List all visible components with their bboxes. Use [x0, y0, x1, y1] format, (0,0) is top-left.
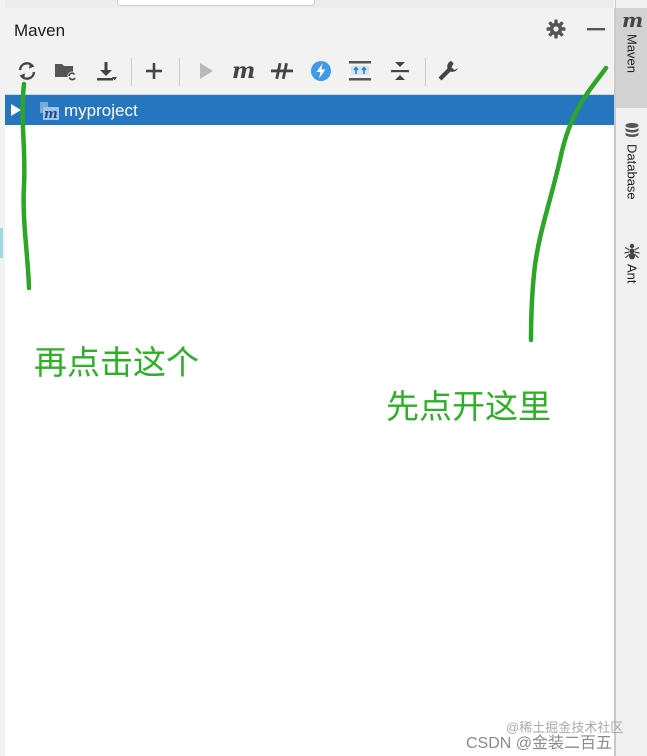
left-edge-accent	[0, 228, 3, 258]
sidebar-tab-label: Database	[624, 144, 640, 200]
minimize-icon[interactable]	[585, 18, 607, 40]
skip-tests-icon[interactable]	[308, 58, 334, 84]
sidebar-tab-maven[interactable]: m Maven	[616, 8, 647, 108]
reload-icon[interactable]	[14, 58, 40, 84]
generate-sources-icon[interactable]	[53, 58, 79, 84]
collapse-all-icon[interactable]	[387, 58, 413, 84]
svg-text:m: m	[232, 60, 255, 82]
sidebar-tab-database[interactable]: Database	[616, 122, 647, 222]
sidebar-tab-ant[interactable]: Ant	[616, 242, 647, 302]
annotation-right-note: 先点开这里	[386, 387, 551, 426]
toolbar-separator	[425, 58, 426, 86]
editor-tab[interactable]	[117, 0, 315, 6]
execute-goal-icon[interactable]: m	[231, 58, 257, 84]
toolbar-separator	[131, 58, 132, 86]
watermark-csdn: CSDN @金装二百五	[466, 735, 613, 752]
panel-title: Maven	[14, 21, 66, 40]
tree-item-myproject[interactable]: m myproject	[5, 95, 614, 125]
svg-text:m: m	[44, 107, 58, 122]
database-icon	[625, 123, 639, 137]
maven-toolbar: m	[5, 48, 614, 95]
sidebar-tab-label: Ant	[624, 264, 640, 284]
svg-text:m: m	[622, 8, 643, 30]
settings-wrench-icon[interactable]	[435, 58, 461, 84]
toggle-offline-icon[interactable]	[269, 58, 295, 84]
toolbar-separator	[179, 58, 180, 86]
run-icon[interactable]	[193, 58, 219, 84]
maven-module-icon: m	[38, 100, 60, 127]
right-tool-strip: m Maven Database Ant	[615, 0, 647, 756]
gear-icon[interactable]	[545, 18, 567, 40]
ant-icon	[624, 243, 640, 260]
expand-arrow-icon[interactable]	[10, 103, 22, 122]
add-icon[interactable]	[141, 58, 167, 84]
download-icon[interactable]	[93, 58, 119, 84]
tree-item-label: myproject	[64, 101, 138, 120]
sidebar-tab-label: Maven	[624, 34, 640, 74]
editor-tab-strip	[5, 0, 614, 8]
maven-m-icon: m	[622, 8, 643, 30]
annotation-left-note: 再点击这个	[34, 343, 199, 382]
panel-header: Maven	[5, 8, 614, 48]
show-dependencies-icon[interactable]	[347, 58, 373, 84]
